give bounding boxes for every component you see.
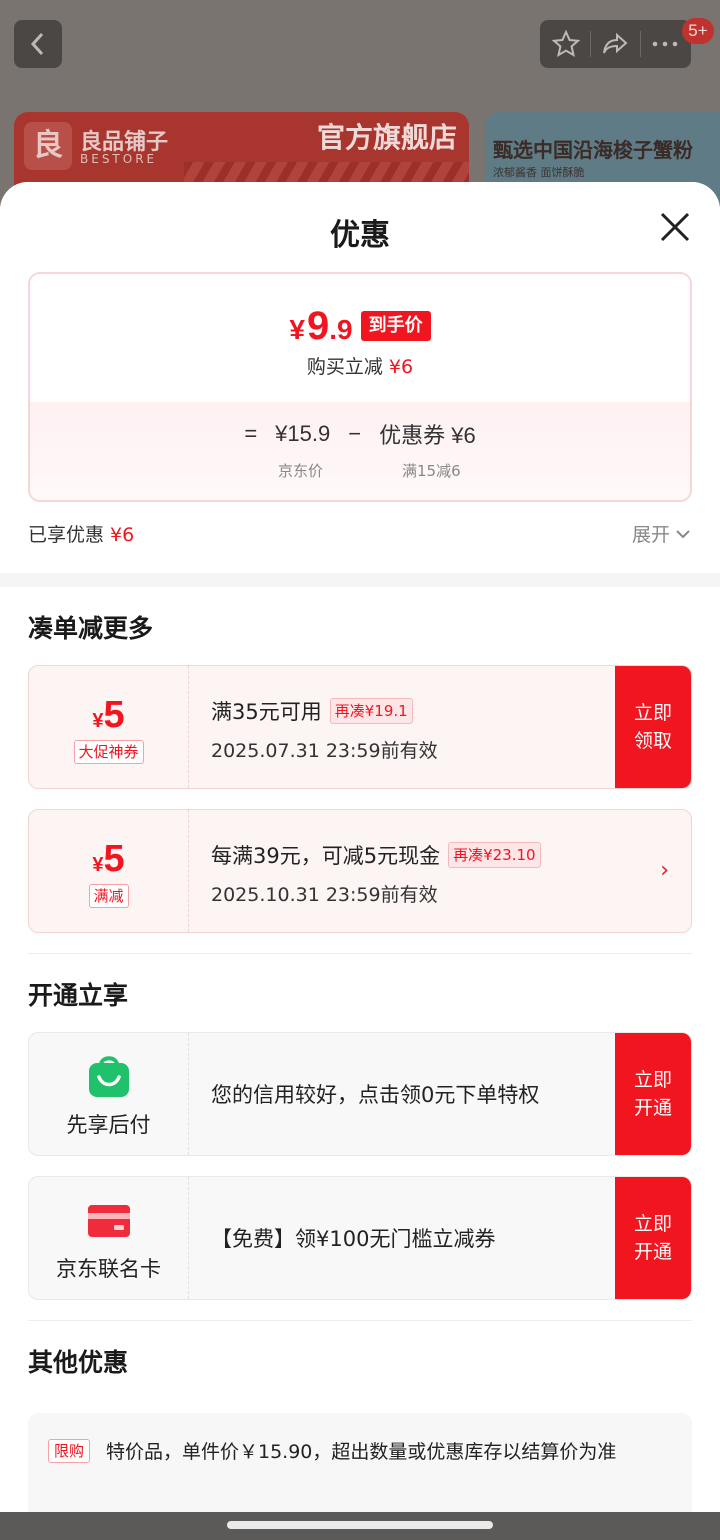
instant-label: 购买立减 xyxy=(306,356,383,378)
message-badge: 5+ xyxy=(682,18,714,44)
service-name: 京东联名卡 xyxy=(56,1257,161,1281)
store-label: 官方旗舰店 xyxy=(316,121,457,154)
enjoyed-label: 已享优惠 xyxy=(28,524,105,546)
coupon-value: 5 xyxy=(103,838,125,880)
claim-label: 立即领取 xyxy=(633,702,672,752)
coupon-condition: 每满39元，可减5元现金 xyxy=(211,844,441,868)
section-title: 凑单减更多 xyxy=(28,614,154,643)
service-card[interactable]: 京东联名卡 【免费】领¥100无门槛立减券 立即开通 xyxy=(28,1176,692,1300)
coupon-amount: ¥5 xyxy=(29,694,188,737)
coupon-currency: ¥ xyxy=(92,710,104,732)
divider xyxy=(639,31,641,57)
divider xyxy=(590,31,592,57)
open-label: 立即开通 xyxy=(633,1069,672,1119)
coupon-card[interactable]: ¥5 满减 每满39元，可减5元现金 再凑¥23.10 2025.10.31 23… xyxy=(28,809,692,933)
price-breakdown: = ¥15.9 − 优惠券 ¥6 京东价 满15减6 xyxy=(30,402,690,500)
instant-discount: 购买立减 ¥6 xyxy=(30,352,690,379)
coupon-card[interactable]: ¥5 大促神券 满35元可用 再凑¥19.1 2025.07.31 23:59前有… xyxy=(28,665,692,789)
coupon-validity: 2025.07.31 23:59前有效 xyxy=(211,740,438,762)
coupon-value-area: ¥5 大促神券 xyxy=(29,666,189,788)
open-section: 开通立享 先享后付 您的信用较好，点击领0元下单特权 立即开通 京东联名卡 【免… xyxy=(0,954,720,1321)
star-icon[interactable] xyxy=(551,29,581,59)
coupon-label: 满15减6 xyxy=(402,462,461,480)
coupon-validity: 2025.10.31 23:59前有效 xyxy=(211,884,438,906)
back-button[interactable] xyxy=(14,20,62,68)
coupon-type-tag: 满减 xyxy=(88,884,129,908)
enjoyed-row: 已享优惠 ¥6 展开 xyxy=(28,520,692,547)
open-button[interactable]: 立即开通 xyxy=(615,1033,691,1155)
expand-button[interactable]: 展开 xyxy=(632,520,692,547)
coupon-extra-tag: 再凑¥23.10 xyxy=(448,842,541,868)
close-icon[interactable] xyxy=(660,212,690,242)
bag-icon xyxy=(89,1056,129,1097)
service-desc: 【免费】领¥100无门槛立减券 xyxy=(211,1227,496,1251)
section-title: 开通立享 xyxy=(28,981,129,1010)
chevron-left-icon xyxy=(30,32,44,56)
calc-base: ¥15.9 xyxy=(275,421,331,446)
section-title: 其他优惠 xyxy=(28,1348,129,1377)
coupon-value-area: ¥5 满减 xyxy=(29,810,189,932)
service-icon-area: 先享后付 xyxy=(29,1033,189,1155)
coupon-info: 满35元可用 再凑¥19.1 2025.07.31 23:59前有效 xyxy=(211,696,438,763)
coupon-condition: 满35元可用 xyxy=(211,700,322,724)
enjoyed-discount: 已享优惠 ¥6 xyxy=(28,520,134,547)
final-price: ¥ 9 .9 xyxy=(289,304,352,349)
more-discount-section: 凑单减更多 ¥5 大促神券 满35元可用 再凑¥19.1 2025.07.31 2… xyxy=(0,587,720,954)
instant-value: ¥6 xyxy=(388,356,414,378)
home-indicator[interactable] xyxy=(227,1521,493,1529)
other-section: 其他优惠 限购 特价品，单件价￥15.90，超出数量或优惠库存以结算价为准 xyxy=(0,1321,720,1512)
calc-coupon: 优惠券 ¥6 xyxy=(379,423,476,448)
calc-eq: = xyxy=(244,421,258,446)
final-price-row: ¥ 9 .9 到手价 xyxy=(30,304,690,349)
discount-sheet: 优惠 ¥ 9 .9 到手价 购买立减 ¥6 = ¥15.9 − 优惠券 ¥6 京… xyxy=(0,182,720,1512)
chevron-right-icon[interactable]: › xyxy=(660,858,669,883)
final-dec: .9 xyxy=(329,314,353,345)
enjoyed-value: ¥6 xyxy=(110,524,135,546)
other-text: 特价品，单件价￥15.90，超出数量或优惠库存以结算价为准 xyxy=(106,1441,617,1463)
open-button[interactable]: 立即开通 xyxy=(615,1177,691,1299)
promo-sub: 浓郁酱香 面饼酥脆 xyxy=(493,166,585,179)
service-name: 先享后付 xyxy=(66,1113,151,1137)
price-top: ¥ 9 .9 到手价 购买立减 ¥6 xyxy=(30,274,690,402)
open-label: 立即开通 xyxy=(633,1213,672,1263)
sheet-header: 优惠 xyxy=(0,182,720,272)
service-icon-area: 京东联名卡 xyxy=(29,1177,189,1299)
more-icon[interactable] xyxy=(650,29,680,59)
share-icon[interactable] xyxy=(600,29,630,59)
price-section: ¥ 9 .9 到手价 购买立减¥6 = ¥15.9 − 优惠券 ¥6 京东价 xyxy=(0,272,720,573)
calc-row: = ¥15.9 − 优惠券 ¥6 xyxy=(30,418,690,450)
coupon-currency: ¥ xyxy=(92,854,104,876)
limit-tag: 限购 xyxy=(48,1439,91,1463)
coupon-extra-tag: 再凑¥19.1 xyxy=(329,698,413,724)
section-gap xyxy=(0,573,720,587)
store-brand-en: BESTORE xyxy=(80,152,158,166)
top-actions xyxy=(540,20,691,68)
expand-label: 展开 xyxy=(631,524,670,546)
store-logo: 良 xyxy=(24,122,72,170)
final-price-tag: 到手价 xyxy=(360,311,431,341)
claim-button[interactable]: 立即领取 xyxy=(615,666,691,788)
price-card: ¥ 9 .9 到手价 购买立减¥6 = ¥15.9 − 优惠券 ¥6 京东价 xyxy=(28,272,692,502)
final-currency: ¥ xyxy=(289,314,305,345)
chevron-down-icon xyxy=(676,529,690,538)
card-icon xyxy=(88,1205,130,1237)
other-discount-card: 限购 特价品，单件价￥15.90，超出数量或优惠库存以结算价为准 xyxy=(28,1413,692,1512)
coupon-value: 5 xyxy=(103,694,125,736)
coupon-info: 每满39元，可减5元现金 再凑¥23.10 2025.10.31 23:59前有效 xyxy=(211,840,541,907)
system-nav-bar xyxy=(0,1512,720,1540)
final-int: 9 xyxy=(306,304,330,348)
calc-minus: − xyxy=(348,421,362,446)
promo-title: 甄选中国沿海梭子蟹粉 xyxy=(493,138,693,162)
coupon-type-tag: 大促神券 xyxy=(73,740,144,764)
service-desc: 您的信用较好，点击领0元下单特权 xyxy=(211,1083,540,1107)
sheet-title: 优惠 xyxy=(330,218,390,253)
coupon-amount: ¥5 xyxy=(29,838,188,881)
base-label: 京东价 xyxy=(278,462,324,480)
service-card[interactable]: 先享后付 您的信用较好，点击领0元下单特权 立即开通 xyxy=(28,1032,692,1156)
